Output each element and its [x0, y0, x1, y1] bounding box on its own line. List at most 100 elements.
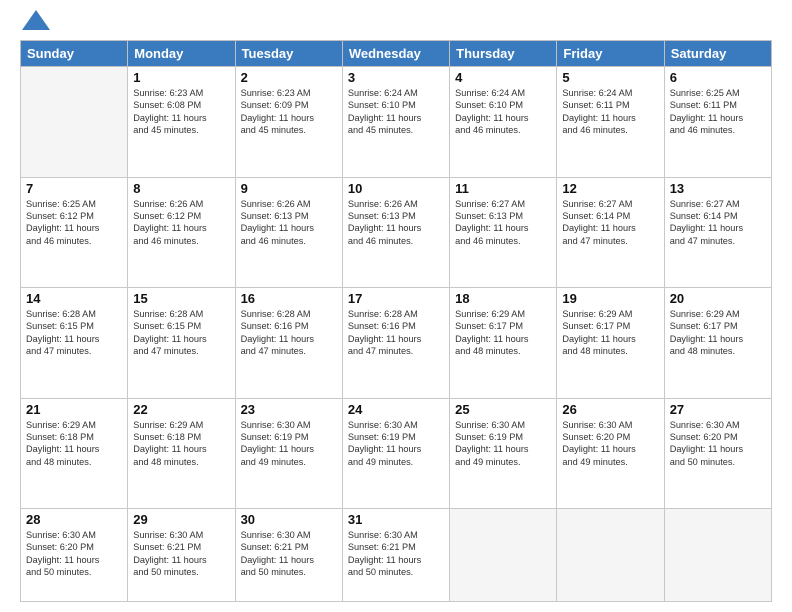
cal-cell: 7 Sunrise: 6:25 AM Sunset: 6:12 PM Daylig… [21, 177, 128, 288]
cal-cell: 20 Sunrise: 6:29 AM Sunset: 6:17 PM Dayli… [664, 288, 771, 399]
day-number: 2 [241, 70, 337, 85]
day-number: 17 [348, 291, 444, 306]
week-row-2: 7 Sunrise: 6:25 AM Sunset: 6:12 PM Daylig… [21, 177, 772, 288]
cal-cell: 1 Sunrise: 6:23 AM Sunset: 6:08 PM Daylig… [128, 67, 235, 178]
cell-text: Sunrise: 6:28 AM Sunset: 6:15 PM Dayligh… [26, 308, 122, 358]
day-number: 15 [133, 291, 229, 306]
cell-text: Sunrise: 6:29 AM Sunset: 6:18 PM Dayligh… [26, 419, 122, 469]
cell-text: Sunrise: 6:28 AM Sunset: 6:16 PM Dayligh… [241, 308, 337, 358]
cell-text: Sunrise: 6:25 AM Sunset: 6:11 PM Dayligh… [670, 87, 766, 137]
cal-cell: 26 Sunrise: 6:30 AM Sunset: 6:20 PM Dayli… [557, 398, 664, 509]
day-number: 6 [670, 70, 766, 85]
page: SundayMondayTuesdayWednesdayThursdayFrid… [0, 0, 792, 612]
day-number: 18 [455, 291, 551, 306]
day-header-saturday: Saturday [664, 41, 771, 67]
cell-text: Sunrise: 6:23 AM Sunset: 6:09 PM Dayligh… [241, 87, 337, 137]
cal-cell: 10 Sunrise: 6:26 AM Sunset: 6:13 PM Dayli… [342, 177, 449, 288]
day-number: 9 [241, 181, 337, 196]
day-header-tuesday: Tuesday [235, 41, 342, 67]
day-number: 14 [26, 291, 122, 306]
cal-cell: 22Sunrise: 6:29 AM Sunset: 6:18 PM Dayli… [128, 398, 235, 509]
day-number: 8 [133, 181, 229, 196]
cal-cell: 15 Sunrise: 6:28 AM Sunset: 6:15 PM Dayli… [128, 288, 235, 399]
cell-text: Sunrise: 6:24 AM Sunset: 6:10 PM Dayligh… [348, 87, 444, 137]
cal-cell: 12 Sunrise: 6:27 AM Sunset: 6:14 PM Dayli… [557, 177, 664, 288]
cal-cell [21, 67, 128, 178]
day-number: 25 [455, 402, 551, 417]
day-header-monday: Monday [128, 41, 235, 67]
cal-cell: 5 Sunrise: 6:24 AM Sunset: 6:11 PM Daylig… [557, 67, 664, 178]
logo-icon [22, 10, 50, 30]
cal-cell: 25 Sunrise: 6:30 AM Sunset: 6:19 PM Dayli… [450, 398, 557, 509]
cal-cell [557, 509, 664, 602]
cal-cell: 18 Sunrise: 6:29 AM Sunset: 6:17 PM Dayli… [450, 288, 557, 399]
cal-cell: 11 Sunrise: 6:27 AM Sunset: 6:13 PM Dayli… [450, 177, 557, 288]
day-number: 19 [562, 291, 658, 306]
cell-text: Sunrise: 6:30 AM Sunset: 6:20 PM Dayligh… [670, 419, 766, 469]
cal-cell: 9 Sunrise: 6:26 AM Sunset: 6:13 PM Daylig… [235, 177, 342, 288]
cell-text: Sunrise: 6:29 AM Sunset: 6:17 PM Dayligh… [562, 308, 658, 358]
cal-cell: 4 Sunrise: 6:24 AM Sunset: 6:10 PM Daylig… [450, 67, 557, 178]
day-header-friday: Friday [557, 41, 664, 67]
cell-text: Sunrise: 6:24 AM Sunset: 6:11 PM Dayligh… [562, 87, 658, 137]
cell-text: Sunrise: 6:30 AM Sunset: 6:19 PM Dayligh… [241, 419, 337, 469]
week-row-5: 28Sunrise: 6:30 AM Sunset: 6:20 PM Dayli… [21, 509, 772, 602]
day-number: 22 [133, 402, 229, 417]
cal-cell: 31 Sunrise: 6:30 AM Sunset: 6:21 PM Dayli… [342, 509, 449, 602]
cell-text: Sunrise: 6:27 AM Sunset: 6:14 PM Dayligh… [562, 198, 658, 248]
cell-text: Sunrise: 6:28 AM Sunset: 6:16 PM Dayligh… [348, 308, 444, 358]
cal-cell: 30 Sunrise: 6:30 AM Sunset: 6:21 PM Dayli… [235, 509, 342, 602]
cal-cell: 21 Sunrise: 6:29 AM Sunset: 6:18 PM Dayli… [21, 398, 128, 509]
day-number: 10 [348, 181, 444, 196]
day-number: 4 [455, 70, 551, 85]
cal-cell [450, 509, 557, 602]
day-number: 30 [241, 512, 337, 527]
day-number: 27 [670, 402, 766, 417]
cal-cell: 27 Sunrise: 6:30 AM Sunset: 6:20 PM Dayli… [664, 398, 771, 509]
day-number: 7 [26, 181, 122, 196]
cal-cell: 8 Sunrise: 6:26 AM Sunset: 6:12 PM Daylig… [128, 177, 235, 288]
cal-cell: 6 Sunrise: 6:25 AM Sunset: 6:11 PM Daylig… [664, 67, 771, 178]
cal-cell: 17 Sunrise: 6:28 AM Sunset: 6:16 PM Dayli… [342, 288, 449, 399]
calendar-table: SundayMondayTuesdayWednesdayThursdayFrid… [20, 40, 772, 602]
day-number: 23 [241, 402, 337, 417]
week-row-1: 1 Sunrise: 6:23 AM Sunset: 6:08 PM Daylig… [21, 67, 772, 178]
day-number: 20 [670, 291, 766, 306]
day-number: 12 [562, 181, 658, 196]
day-number: 28 [26, 512, 122, 527]
cell-text: Sunrise: 6:23 AM Sunset: 6:08 PM Dayligh… [133, 87, 229, 137]
day-number: 21 [26, 402, 122, 417]
cell-text: Sunrise: 6:28 AM Sunset: 6:15 PM Dayligh… [133, 308, 229, 358]
cell-text: Sunrise: 6:30 AM Sunset: 6:20 PM Dayligh… [562, 419, 658, 469]
cell-text: Sunrise: 6:24 AM Sunset: 6:10 PM Dayligh… [455, 87, 551, 137]
cell-text: Sunrise: 6:30 AM Sunset: 6:19 PM Dayligh… [455, 419, 551, 469]
cell-text: Sunrise: 6:26 AM Sunset: 6:12 PM Dayligh… [133, 198, 229, 248]
cell-text: Sunrise: 6:30 AM Sunset: 6:21 PM Dayligh… [348, 529, 444, 579]
cell-text: Sunrise: 6:27 AM Sunset: 6:13 PM Dayligh… [455, 198, 551, 248]
cal-cell: 16Sunrise: 6:28 AM Sunset: 6:16 PM Dayli… [235, 288, 342, 399]
cell-text: Sunrise: 6:30 AM Sunset: 6:19 PM Dayligh… [348, 419, 444, 469]
cal-cell: 3 Sunrise: 6:24 AM Sunset: 6:10 PM Daylig… [342, 67, 449, 178]
cell-text: Sunrise: 6:25 AM Sunset: 6:12 PM Dayligh… [26, 198, 122, 248]
cell-text: Sunrise: 6:29 AM Sunset: 6:17 PM Dayligh… [455, 308, 551, 358]
cell-text: Sunrise: 6:29 AM Sunset: 6:17 PM Dayligh… [670, 308, 766, 358]
cal-cell: 13 Sunrise: 6:27 AM Sunset: 6:14 PM Dayli… [664, 177, 771, 288]
cell-text: Sunrise: 6:26 AM Sunset: 6:13 PM Dayligh… [241, 198, 337, 248]
cal-cell [664, 509, 771, 602]
cell-text: Sunrise: 6:27 AM Sunset: 6:14 PM Dayligh… [670, 198, 766, 248]
day-number: 29 [133, 512, 229, 527]
day-number: 1 [133, 70, 229, 85]
day-number: 26 [562, 402, 658, 417]
week-row-3: 14 Sunrise: 6:28 AM Sunset: 6:15 PM Dayli… [21, 288, 772, 399]
day-number: 5 [562, 70, 658, 85]
cell-text: Sunrise: 6:30 AM Sunset: 6:21 PM Dayligh… [241, 529, 337, 579]
cal-cell: 24Sunrise: 6:30 AM Sunset: 6:19 PM Dayli… [342, 398, 449, 509]
day-number: 13 [670, 181, 766, 196]
cal-cell: 14 Sunrise: 6:28 AM Sunset: 6:15 PM Dayli… [21, 288, 128, 399]
cal-cell: 29Sunrise: 6:30 AM Sunset: 6:21 PM Dayli… [128, 509, 235, 602]
cell-text: Sunrise: 6:26 AM Sunset: 6:13 PM Dayligh… [348, 198, 444, 248]
day-header-sunday: Sunday [21, 41, 128, 67]
day-number: 3 [348, 70, 444, 85]
day-number: 11 [455, 181, 551, 196]
day-number: 31 [348, 512, 444, 527]
